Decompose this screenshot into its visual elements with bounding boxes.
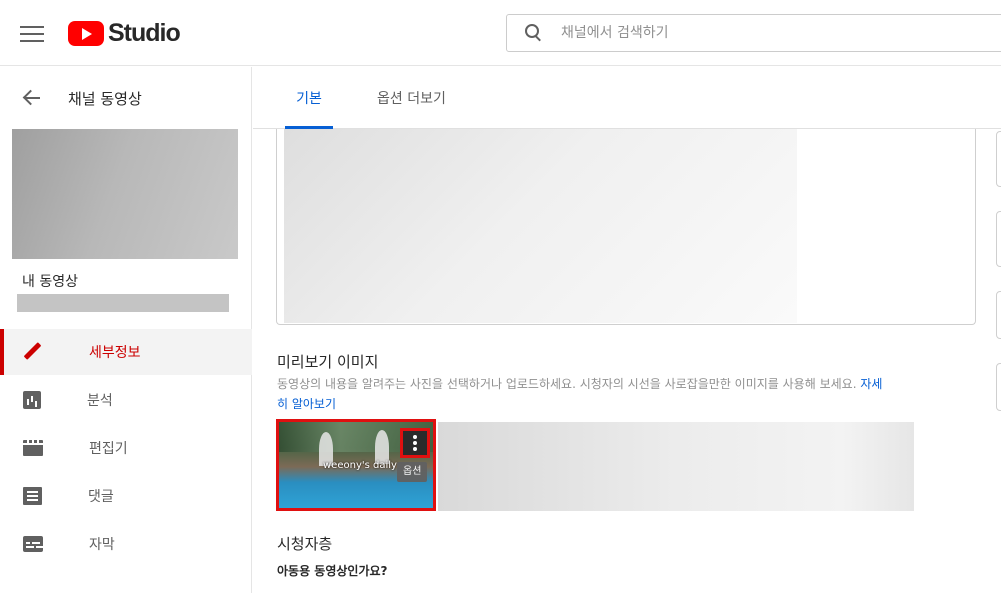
thumbnail-section-description: 동영상의 내용을 알려주는 사진을 선택하거나 업로드하세요. 시청자의 시선을… bbox=[277, 374, 977, 414]
sidebar-item-label: 세부정보 bbox=[89, 345, 141, 361]
back-label: 채널 동영상 bbox=[68, 89, 142, 108]
hamburger-menu-icon[interactable] bbox=[20, 22, 44, 44]
kebab-dot bbox=[413, 447, 417, 451]
sidebar-item-label: 자막 bbox=[89, 537, 115, 553]
made-for-kids-question: 아동용 동영상인가요? bbox=[277, 564, 388, 578]
video-preview-thumbnail[interactable] bbox=[12, 129, 238, 259]
description-redacted bbox=[284, 129, 797, 323]
sidebar-item-analytics[interactable]: 분석 bbox=[0, 377, 252, 423]
kebab-dot bbox=[413, 441, 417, 445]
arrow-back-icon[interactable] bbox=[22, 88, 42, 108]
description-field[interactable] bbox=[276, 129, 976, 325]
sidebar-item-comments[interactable]: 댓글 bbox=[0, 473, 252, 519]
thumbnail-options-redacted bbox=[438, 422, 914, 511]
sidebar-item-label: 댓글 bbox=[88, 489, 114, 505]
side-card-edge bbox=[996, 131, 1001, 187]
subtitles-icon bbox=[23, 536, 43, 552]
youtube-play-icon bbox=[68, 20, 104, 46]
studio-logo[interactable]: Studio bbox=[68, 18, 181, 47]
sidebar-item-label: 분석 bbox=[87, 393, 113, 409]
sidebar-item-details[interactable]: 세부정보 bbox=[0, 329, 252, 375]
audience-section-title: 시청자층 bbox=[277, 535, 333, 553]
umbrella-shape bbox=[375, 430, 389, 464]
side-card-edge bbox=[996, 363, 1001, 411]
editor-icon bbox=[23, 440, 43, 456]
thumbnail-section-title: 미리보기 이미지 bbox=[277, 353, 379, 371]
tab-more-options[interactable]: 옵션 더보기 bbox=[377, 67, 446, 128]
details-tabs: 기본 옵션 더보기 bbox=[253, 67, 1001, 129]
top-app-bar: Studio bbox=[0, 0, 1001, 66]
learn-more-link-cont[interactable]: 히 알아보기 bbox=[277, 397, 336, 411]
search-icon[interactable] bbox=[525, 24, 543, 42]
back-to-channel-videos[interactable]: 채널 동영상 bbox=[0, 83, 252, 113]
more-options-button[interactable] bbox=[400, 428, 430, 458]
options-tooltip: 옵션 bbox=[397, 462, 428, 482]
analytics-icon bbox=[23, 391, 41, 409]
search-box[interactable] bbox=[506, 14, 1001, 52]
comments-icon bbox=[23, 487, 42, 505]
selected-thumbnail[interactable]: weeony's daily 옵션 bbox=[276, 419, 436, 511]
logo-text: Studio bbox=[108, 18, 181, 47]
video-title-redacted bbox=[17, 294, 229, 312]
search-input[interactable] bbox=[561, 25, 1001, 41]
side-card-edge bbox=[996, 211, 1001, 267]
kebab-dot bbox=[413, 435, 417, 439]
sidebar-item-subtitles[interactable]: 자막 bbox=[0, 521, 252, 567]
thumbnail-caption: weeony's daily bbox=[323, 460, 397, 471]
my-video-label: 내 동영상 bbox=[22, 274, 78, 290]
learn-more-link[interactable]: 자세 bbox=[860, 377, 882, 391]
thumbnail-help-text: 동영상의 내용을 알려주는 사진을 선택하거나 업로드하세요. 시청자의 시선을… bbox=[277, 377, 857, 391]
tab-basic[interactable]: 기본 bbox=[285, 67, 333, 129]
side-card-edge bbox=[996, 291, 1001, 339]
sidebar-item-label: 편집기 bbox=[89, 441, 128, 457]
pencil-icon bbox=[23, 342, 43, 362]
left-sidebar: 채널 동영상 내 동영상 세부정보 분석 편집기 댓글 자막 bbox=[0, 67, 252, 593]
sidebar-item-editor[interactable]: 편집기 bbox=[0, 425, 252, 471]
